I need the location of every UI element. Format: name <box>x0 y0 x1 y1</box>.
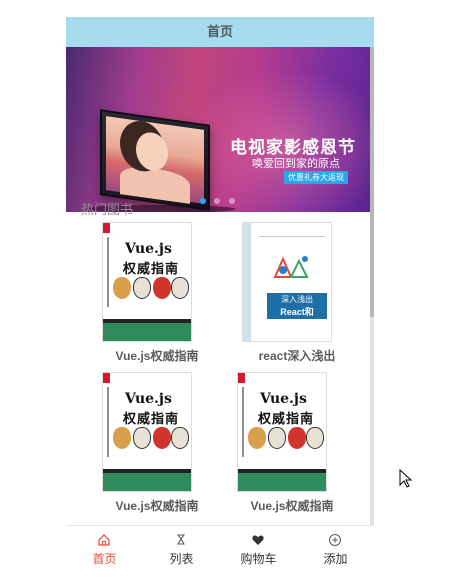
tab-home[interactable]: 首页 <box>66 526 143 577</box>
cover-subtitle: 权威指南 <box>123 262 180 277</box>
cover-green-band <box>238 473 326 491</box>
cover-red-tab <box>238 373 245 383</box>
bottom-tab-bar: 首页 列表 购物车 添加 <box>66 525 374 577</box>
tab-label: 首页 <box>92 552 117 566</box>
cover-title: 深入浅出 <box>281 295 313 304</box>
scrollbar[interactable] <box>370 47 374 527</box>
tab-label: 添加 <box>323 552 348 566</box>
tab-cart[interactable]: 购物车 <box>220 526 297 577</box>
tab-label: 购物车 <box>240 552 277 566</box>
home-icon <box>98 534 110 546</box>
heart-icon <box>252 535 264 545</box>
cover-subtitle: 权威指南 <box>123 412 180 427</box>
banner-carousel[interactable]: 电视家影感恩节 唤爱回到家的原点 优惠礼券大返现 <box>66 47 370 212</box>
mouse-cursor-icon <box>399 469 413 488</box>
cover-title: Vue.js <box>125 241 172 257</box>
tv-screen <box>106 116 204 204</box>
banner-subtitle: 唤爱回到家的原点 <box>252 158 340 170</box>
cover-header-line <box>259 229 325 237</box>
section-title: 热门图书 <box>81 202 134 217</box>
phone-viewport: 首页 电视家影感恩节 唤爱回到家的原点 优惠礼券大返现 热门图书 Vue.js … <box>66 17 374 577</box>
book-cover[interactable]: Vue.js 权威指南 <box>102 372 192 492</box>
page-title: 首页 <box>206 24 233 39</box>
book-card[interactable]: Vue.js 权威指南 Vue.js 权威指南 <box>82 372 202 520</box>
carousel-dot-3[interactable] <box>228 198 235 204</box>
book-cover[interactable]: Vue.js 权威指南 <box>237 372 327 492</box>
banner-cta-button[interactable]: 优惠礼券大返现 <box>284 171 348 184</box>
cover-green-band <box>103 473 191 491</box>
tab-add[interactable]: 添加 <box>297 526 374 577</box>
cover-title: Vue.js <box>260 391 307 407</box>
opera-masks-illustration <box>113 427 189 449</box>
book-name[interactable]: Vue.js权威指南 <box>82 347 232 364</box>
carousel-dot-2[interactable] <box>214 198 221 204</box>
scrollbar-thumb[interactable] <box>370 47 374 317</box>
list-icon <box>177 534 185 545</box>
cover-red-tab <box>103 223 110 233</box>
carousel-dots <box>200 198 239 206</box>
tv-image <box>100 109 210 211</box>
tab-list[interactable]: 列表 <box>143 526 220 577</box>
book-name[interactable]: Vue.js权威指南 <box>82 497 232 514</box>
book-card[interactable]: 深入浅出 React和Redux react深入浅出 <box>222 222 342 370</box>
page-header: 首页 <box>66 17 374 47</box>
cover-blue-box: 深入浅出 React和Redux <box>267 293 327 330</box>
cover-subtitle: React和Redux <box>280 307 314 330</box>
cover-red-tab <box>103 373 110 383</box>
book-name[interactable]: Vue.js权威指南 <box>217 497 367 514</box>
cover-title: Vue.js <box>125 391 172 407</box>
book-cover[interactable]: Vue.js 权威指南 <box>102 222 192 342</box>
opera-masks-illustration <box>113 277 189 299</box>
opera-masks-illustration <box>248 427 324 449</box>
book-card[interactable]: Vue.js 权威指南 Vue.js 权威指南 <box>82 222 202 370</box>
carousel-dot-1[interactable] <box>200 198 206 204</box>
add-circle-icon <box>329 534 341 546</box>
tab-label: 列表 <box>169 552 194 566</box>
book-name[interactable]: react深入浅出 <box>222 347 372 364</box>
book-cover[interactable]: 深入浅出 React和Redux <box>242 222 332 342</box>
cover-green-band <box>103 323 191 341</box>
book-card[interactable]: Vue.js 权威指南 Vue.js 权威指南 <box>217 372 337 520</box>
cover-subtitle: 权威指南 <box>258 412 315 427</box>
cover-stripe <box>243 223 251 341</box>
react-redux-logo-icon <box>273 256 309 278</box>
